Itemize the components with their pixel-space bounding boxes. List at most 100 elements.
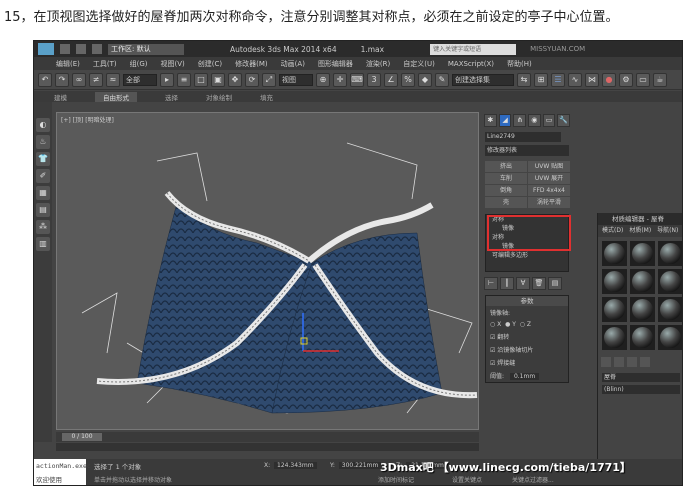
slice-checkbox[interactable]: ☑ 沿镜像轴切片 [486,343,568,356]
material-editor-icon[interactable]: ● [602,72,616,87]
brush-icon[interactable]: ✐ [36,169,50,183]
pin-stack-icon[interactable]: ⊢ [484,277,498,290]
mat-menu-navigation[interactable]: 导航(N) [657,225,678,237]
select-scale-icon[interactable]: ⤢ [262,72,276,87]
helper-icon[interactable]: ▥ [36,237,50,251]
get-material-icon[interactable] [601,357,611,367]
material-slot[interactable] [658,325,682,350]
tab-selection[interactable]: 选择 [165,92,178,102]
mat-menu-mode[interactable]: 模式(D) [602,225,623,237]
window-crossing-icon[interactable]: ▣ [211,72,225,87]
bind-space-warp-icon[interactable]: ≈ [106,72,120,87]
coord-y-field[interactable]: 300.221mm [338,462,382,469]
maxscript-listener[interactable]: actionMan.exec [34,459,91,473]
key-filters-button[interactable]: 关键点过滤器... [512,475,554,484]
uvw-map-button[interactable]: UVW 贴图 [528,161,570,172]
create-tab-icon[interactable]: ✱ [484,114,497,127]
material-slot[interactable] [602,325,627,350]
align-icon[interactable]: ⊞ [534,72,548,87]
weld-checkbox[interactable]: ☑ 焊接缝 [486,356,568,369]
render-setup-icon[interactable]: ⚙ [619,72,633,87]
maxscript-mini[interactable]: 欢迎使用 MAXSc [34,473,86,485]
curve-editor-icon[interactable]: ∿ [568,72,582,87]
manipulate-icon[interactable]: ✛ [333,72,347,87]
motion-tab-icon[interactable]: ◉ [528,114,541,127]
layer-manager-icon[interactable]: ☰ [551,72,565,87]
scene-explorer-icon[interactable]: ◐ [36,118,50,132]
reference-coord-dropdown[interactable]: 视图 [279,73,313,86]
bevel-button[interactable]: 倒角 [485,185,527,196]
set-key-button[interactable]: 设置关键点 [452,475,482,484]
put-to-scene-icon[interactable] [614,357,624,367]
menu-maxscript[interactable]: MAXScript(X) [448,60,494,68]
menu-rendering[interactable]: 渲染(R) [366,59,390,69]
material-slot[interactable] [602,241,627,266]
top-viewport[interactable]: [+] [顶] [明暗处理] [56,112,479,430]
material-slot[interactable] [658,241,682,266]
render-production-icon[interactable]: ☕ [653,72,667,87]
select-by-name-icon[interactable]: ≡ [177,72,191,87]
utilities-tab-icon[interactable]: 🔧 [557,114,571,127]
reset-map-icon[interactable] [640,357,650,367]
material-slot[interactable] [630,241,655,266]
cloth-icon[interactable]: ▤ [36,203,50,217]
percent-snap-icon[interactable]: % [401,72,415,87]
hierarchy-tab-icon[interactable]: ⋔ [513,114,527,127]
axis-y-radio[interactable]: Y [512,321,516,328]
rect-selection-icon[interactable]: □ [194,72,208,87]
coord-x-field[interactable]: 124.343mm [274,462,317,469]
select-rotate-icon[interactable]: ⟳ [245,72,259,87]
workspace-dropdown[interactable]: 工作区: 默认 [108,43,184,55]
assign-material-icon[interactable] [627,357,637,367]
open-file-icon[interactable] [76,44,86,54]
menu-views[interactable]: 视图(V) [161,59,185,69]
show-end-result-icon[interactable]: ┃ [500,277,514,290]
remove-modifier-icon[interactable]: 🗑 [532,277,546,290]
mat-menu-material[interactable]: 材质(M) [629,225,651,237]
material-slot[interactable] [630,297,655,322]
menu-customize[interactable]: 自定义(U) [403,59,435,69]
select-object-icon[interactable]: ▸ [160,72,174,87]
configure-sets-icon[interactable]: ▤ [548,277,562,290]
rendered-frame-icon[interactable]: ▭ [636,72,650,87]
display-tab-icon[interactable]: ▭ [542,114,556,127]
menu-modifiers[interactable]: 修改器(M) [235,59,268,69]
teapot-icon[interactable]: ♨ [36,135,50,149]
shell-button[interactable]: 壳 [485,197,527,208]
selection-filter-dropdown[interactable]: 全部 [123,73,157,86]
menu-create[interactable]: 创建(C) [198,59,222,69]
shader-type-dropdown[interactable]: (Blinn) [602,385,680,394]
edit-named-sets-icon[interactable]: ✎ [435,72,449,87]
shirt-icon[interactable]: 👕 [36,152,50,166]
threshold-field[interactable]: 0.1mm [509,373,540,380]
turbosmooth-button[interactable]: 涡轮平滑 [528,197,570,208]
link-icon[interactable]: ∞ [72,72,86,87]
flip-checkbox[interactable]: ☑ 翻转 [486,330,568,343]
pivot-center-icon[interactable]: ⊕ [316,72,330,87]
snap-toggle-icon[interactable]: 3 [367,72,381,87]
mirror-icon[interactable]: ⇆ [517,72,531,87]
material-slot[interactable] [658,269,682,294]
tab-modeling[interactable]: 建模 [54,92,67,102]
stack-item-editable-poly[interactable]: 可编辑多边形 [486,251,568,260]
menu-graph-editors[interactable]: 图形编辑器 [318,59,353,69]
named-selection-sets[interactable]: 创建选择集 [452,73,514,86]
make-unique-icon[interactable]: ∀ [516,277,530,290]
object-name-field[interactable]: Line2749 [485,132,561,142]
select-move-icon[interactable]: ✥ [228,72,242,87]
particle-icon[interactable]: ⁂ [36,220,50,234]
uvw-unwrap-button[interactable]: UVW 展开 [528,173,570,184]
grid-tool-icon[interactable]: ▦ [36,186,50,200]
undo-icon[interactable]: ↶ [38,72,52,87]
modifier-list-dropdown[interactable]: 修改器列表 [485,145,569,156]
schematic-view-icon[interactable]: ⋈ [585,72,599,87]
time-slider[interactable]: 0 / 100 [56,432,479,442]
menu-help[interactable]: 帮助(H) [507,59,532,69]
app-logo-icon[interactable] [38,43,54,55]
params-header[interactable]: 参数 [486,296,568,306]
redo-icon[interactable]: ↷ [55,72,69,87]
unlink-icon[interactable]: ≠ [89,72,103,87]
material-slot[interactable] [630,269,655,294]
keyboard-shortcut-icon[interactable]: ⌨ [350,72,364,87]
lathe-button[interactable]: 车削 [485,173,527,184]
